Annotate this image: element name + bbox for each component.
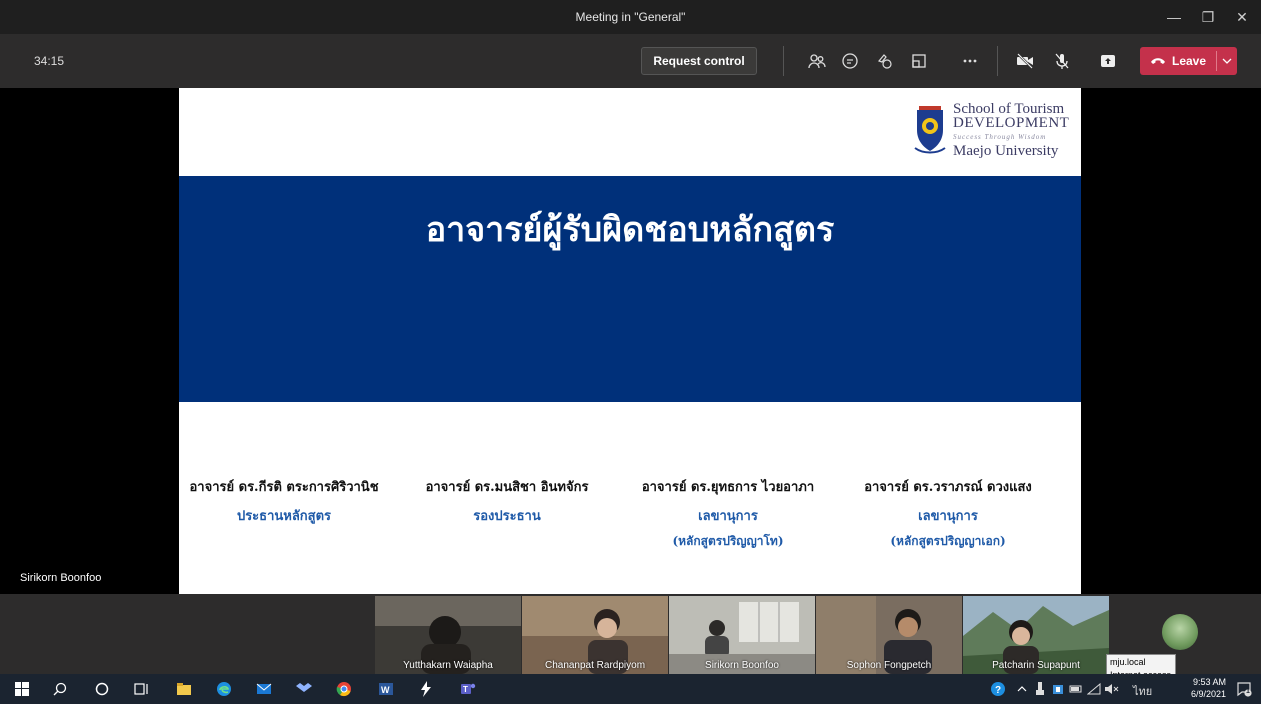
- participant-tile[interactable]: Patcharin Supapunt: [963, 596, 1109, 674]
- leave-button[interactable]: Leave: [1140, 47, 1237, 75]
- faculty-name: อาจารย์ ดร.มนสิชา อินทจักร: [425, 480, 589, 495]
- phone-hangup-icon: [1151, 58, 1165, 64]
- mic-off-icon[interactable]: [1050, 49, 1074, 73]
- close-button[interactable]: ✕: [1231, 6, 1253, 28]
- participant-name: Sophon Fongpetch: [846, 660, 932, 671]
- participant-avatar[interactable]: [1162, 614, 1198, 650]
- window-title: Meeting in "General": [575, 10, 686, 24]
- logo-line-1: School of Tourism: [953, 101, 1065, 117]
- faculty-name: อาจารย์ ดร.ยุทธการ ไวยอาภา: [641, 480, 815, 495]
- logo-line-2: DEVELOPMENT: [953, 115, 1070, 131]
- teams-icon[interactable]: T: [456, 677, 480, 701]
- word-icon[interactable]: W: [374, 677, 398, 701]
- tooltip-domain: mju.local: [1110, 657, 1146, 667]
- faculty-member: อาจารย์ ดร.ยุทธการ ไวยอาภา เลขานุการ (หล…: [623, 476, 833, 551]
- faculty-member: อาจารย์ ดร.วราภรณ์ ดวงแสง เลขานุการ (หลั…: [843, 476, 1053, 551]
- file-explorer-icon[interactable]: [172, 677, 196, 701]
- app-lightning-icon[interactable]: [414, 677, 438, 701]
- logo-line-3: Success Through Wisdom: [953, 133, 1047, 141]
- dropbox-icon[interactable]: [292, 677, 316, 701]
- restore-button[interactable]: ❐: [1197, 6, 1219, 28]
- leave-label: Leave: [1172, 54, 1207, 68]
- participant-name: Chananpat Rardpiyom: [544, 660, 646, 671]
- logo-text: School of Tourism DEVELOPMENT Success Th…: [953, 101, 1070, 159]
- request-control-button[interactable]: Request control: [641, 47, 757, 75]
- participant-tile[interactable]: Chananpat Rardpiyom: [522, 596, 668, 674]
- help-icon[interactable]: ?: [986, 677, 1010, 701]
- svg-text:?: ?: [995, 685, 1001, 696]
- speaker-muted-icon[interactable]: [1100, 677, 1124, 701]
- meeting-toolbar: 34:15 Request control Leave: [0, 34, 1261, 88]
- presentation-slide: School of Tourism DEVELOPMENT Success Th…: [179, 88, 1081, 594]
- mail-icon[interactable]: [252, 677, 276, 701]
- chevron-down-icon[interactable]: [1217, 55, 1237, 67]
- edge-icon[interactable]: [212, 677, 236, 701]
- chat-icon[interactable]: [838, 49, 862, 73]
- participant-tile[interactable]: Sirikorn Boonfoo: [669, 596, 815, 674]
- university-logo: School of Tourism DEVELOPMENT Success Th…: [913, 101, 1073, 159]
- participant-name: Patcharin Supapunt: [992, 660, 1080, 671]
- faculty-member: อาจารย์ ดร.กีรติ ตระการศิริวานิช ประธานห…: [179, 476, 389, 526]
- faculty-member: อาจารย์ ดร.มนสิชา อินทจักร รองประธาน: [417, 476, 597, 526]
- cortana-icon[interactable]: [90, 677, 114, 701]
- faculty-role: เลขานุการ: [698, 509, 758, 524]
- toolbar-separator: [783, 46, 784, 76]
- windows-taskbar: W T ? ไทย 9:53 AM 6/9/2021 1: [0, 674, 1261, 704]
- slide-heading: อาจารย์ผู้รับผิดชอบหลักสูตร: [425, 210, 835, 250]
- meeting-timer: 34:15: [34, 54, 65, 68]
- faculty-name: อาจารย์ ดร.กีรติ ตระการศิริวานิช: [189, 480, 379, 495]
- participant-name: Sirikorn Boonfoo: [705, 660, 779, 671]
- task-view-icon[interactable]: [130, 677, 154, 701]
- windows-start-icon[interactable]: [10, 677, 34, 701]
- participant-tile[interactable]: Yutthakarn Waiapha: [375, 596, 521, 674]
- slide-title-band: อาจารย์ผู้รับผิดชอบหลักสูตร: [179, 176, 1081, 402]
- participant-name: Yutthakarn Waiapha: [403, 660, 493, 671]
- faculty-role: เลขานุการ: [918, 509, 978, 524]
- faculty-role-detail: (หลักสูตรปริญญาโท): [672, 534, 784, 548]
- chrome-icon[interactable]: [332, 677, 356, 701]
- participant-tile[interactable]: Sophon Fongpetch: [816, 596, 962, 674]
- svg-text:T: T: [463, 685, 468, 694]
- clock-date: 6/9/2021: [1190, 689, 1226, 699]
- camera-off-icon[interactable]: [1013, 49, 1037, 73]
- search-icon[interactable]: [48, 677, 72, 701]
- system-clock[interactable]: 9:53 AM 6/9/2021: [1182, 676, 1226, 700]
- faculty-role-detail: (หลักสูตรปริญญาเอก): [890, 534, 1006, 548]
- minimize-button[interactable]: —: [1163, 6, 1185, 28]
- notification-count: 1: [1246, 688, 1250, 695]
- faculty-role: รองประธาน: [473, 509, 541, 524]
- logo-line-4: Maejo University: [953, 143, 1059, 159]
- more-icon[interactable]: [958, 49, 982, 73]
- faculty-role: ประธานหลักสูตร: [236, 509, 332, 524]
- faculty-name: อาจารย์ ดร.วราภรณ์ ดวงแสง: [864, 480, 1032, 495]
- share-icon[interactable]: [1096, 49, 1120, 73]
- reactions-icon[interactable]: [873, 49, 897, 73]
- clock-time: 9:53 AM: [1192, 677, 1226, 687]
- window-controls: — ❐ ✕: [1163, 6, 1253, 28]
- crest-icon: [914, 106, 946, 154]
- toolbar-separator: [997, 46, 998, 76]
- title-bar: Meeting in "General" — ❐ ✕: [0, 0, 1261, 34]
- people-icon[interactable]: [805, 49, 829, 73]
- notification-center-icon[interactable]: 1: [1232, 677, 1256, 701]
- leave-main[interactable]: Leave: [1140, 54, 1216, 68]
- breakout-room-icon[interactable]: [907, 49, 931, 73]
- presenter-name: Sirikorn Boonfoo: [20, 572, 102, 584]
- svg-text:W: W: [381, 685, 390, 695]
- input-language[interactable]: ไทย: [1133, 682, 1152, 700]
